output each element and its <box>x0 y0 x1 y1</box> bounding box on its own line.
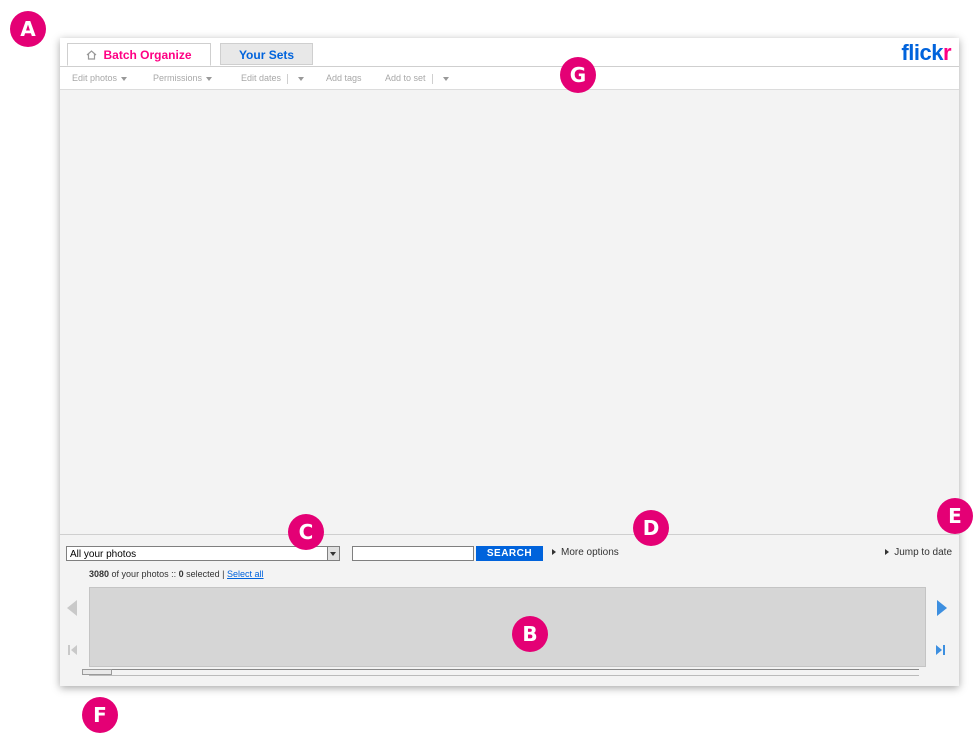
dropdown-arrow-icon <box>121 76 128 81</box>
dropdown-arrow-icon <box>442 76 449 81</box>
tab-your-sets[interactable]: Your Sets <box>220 43 313 65</box>
more-options-toggle[interactable]: More options <box>552 547 619 558</box>
dropdown-arrow-icon <box>298 76 305 81</box>
jump-to-date-toggle[interactable]: Jump to date <box>885 547 952 558</box>
expand-arrow-icon <box>552 549 556 556</box>
flickr-logo: flickr <box>901 40 951 66</box>
divider <box>431 73 433 84</box>
callout-d: D <box>633 510 669 546</box>
organizr-window: Batch Organize Your Sets flickr Edit pho… <box>60 38 959 686</box>
photo-filmstrip[interactable] <box>89 587 926 667</box>
callout-b: B <box>512 616 548 652</box>
jump-to-date-label: Jump to date <box>894 547 952 558</box>
search-button[interactable]: SEARCH <box>476 546 543 561</box>
logo-text-pink: r <box>942 40 952 65</box>
status-text: selected | <box>186 569 225 579</box>
photo-filter-value: All your photos <box>70 549 137 560</box>
edit-photos-menu[interactable]: Edit photos <box>72 73 128 83</box>
batch-toolbar: Edit photos Permissions Edit dates Add t… <box>60 67 959 90</box>
edit-dates-label: Edit dates <box>241 73 282 83</box>
select-all-link[interactable]: Select all <box>227 569 264 579</box>
callout-c: C <box>288 514 324 550</box>
expand-arrow-icon <box>885 549 890 556</box>
more-options-label: More options <box>561 547 619 558</box>
add-tags-label: Add tags <box>326 73 362 83</box>
callout-a: A <box>10 11 46 47</box>
callout-f: F <box>82 697 118 733</box>
photo-tray-controls: All your photos SEARCH More options Jump… <box>60 535 959 686</box>
search-input[interactable] <box>352 546 474 561</box>
status-text: of your photos :: <box>111 569 177 579</box>
add-to-set-label: Add to set <box>385 73 426 83</box>
divider <box>287 73 289 84</box>
photo-count: 3080 <box>89 569 110 579</box>
scrollbar-thumb[interactable] <box>82 669 112 675</box>
skip-first-icon[interactable] <box>68 642 77 660</box>
permissions-menu[interactable]: Permissions <box>153 73 213 83</box>
arrow-left-icon[interactable] <box>66 599 78 622</box>
home-icon <box>86 45 97 67</box>
edit-photos-label: Edit photos <box>72 73 118 83</box>
tab-batch-organize[interactable]: Batch Organize <box>67 43 211 66</box>
selection-status: 3080 of your photos :: 0 selected | Sele… <box>89 569 264 579</box>
callout-e: E <box>937 498 973 534</box>
chevron-down-icon[interactable] <box>327 547 339 560</box>
permissions-label: Permissions <box>153 73 203 83</box>
filmstrip-scrollbar[interactable] <box>89 669 919 676</box>
selected-count: 0 <box>178 569 184 579</box>
add-tags-button[interactable]: Add tags <box>326 73 362 83</box>
tab-batch-organize-label: Batch Organize <box>103 48 192 62</box>
tab-bar: Batch Organize Your Sets flickr <box>60 38 959 67</box>
add-to-set-menu[interactable]: Add to set <box>385 73 449 84</box>
skip-last-icon[interactable] <box>936 642 945 660</box>
tab-your-sets-label: Your Sets <box>238 48 295 62</box>
callout-g: G <box>560 57 596 93</box>
batch-work-area[interactable] <box>60 90 959 535</box>
dropdown-arrow-icon <box>206 76 213 81</box>
edit-dates-menu[interactable]: Edit dates <box>241 73 305 84</box>
logo-text-blue: flick <box>901 40 943 65</box>
arrow-right-icon[interactable] <box>936 599 948 622</box>
